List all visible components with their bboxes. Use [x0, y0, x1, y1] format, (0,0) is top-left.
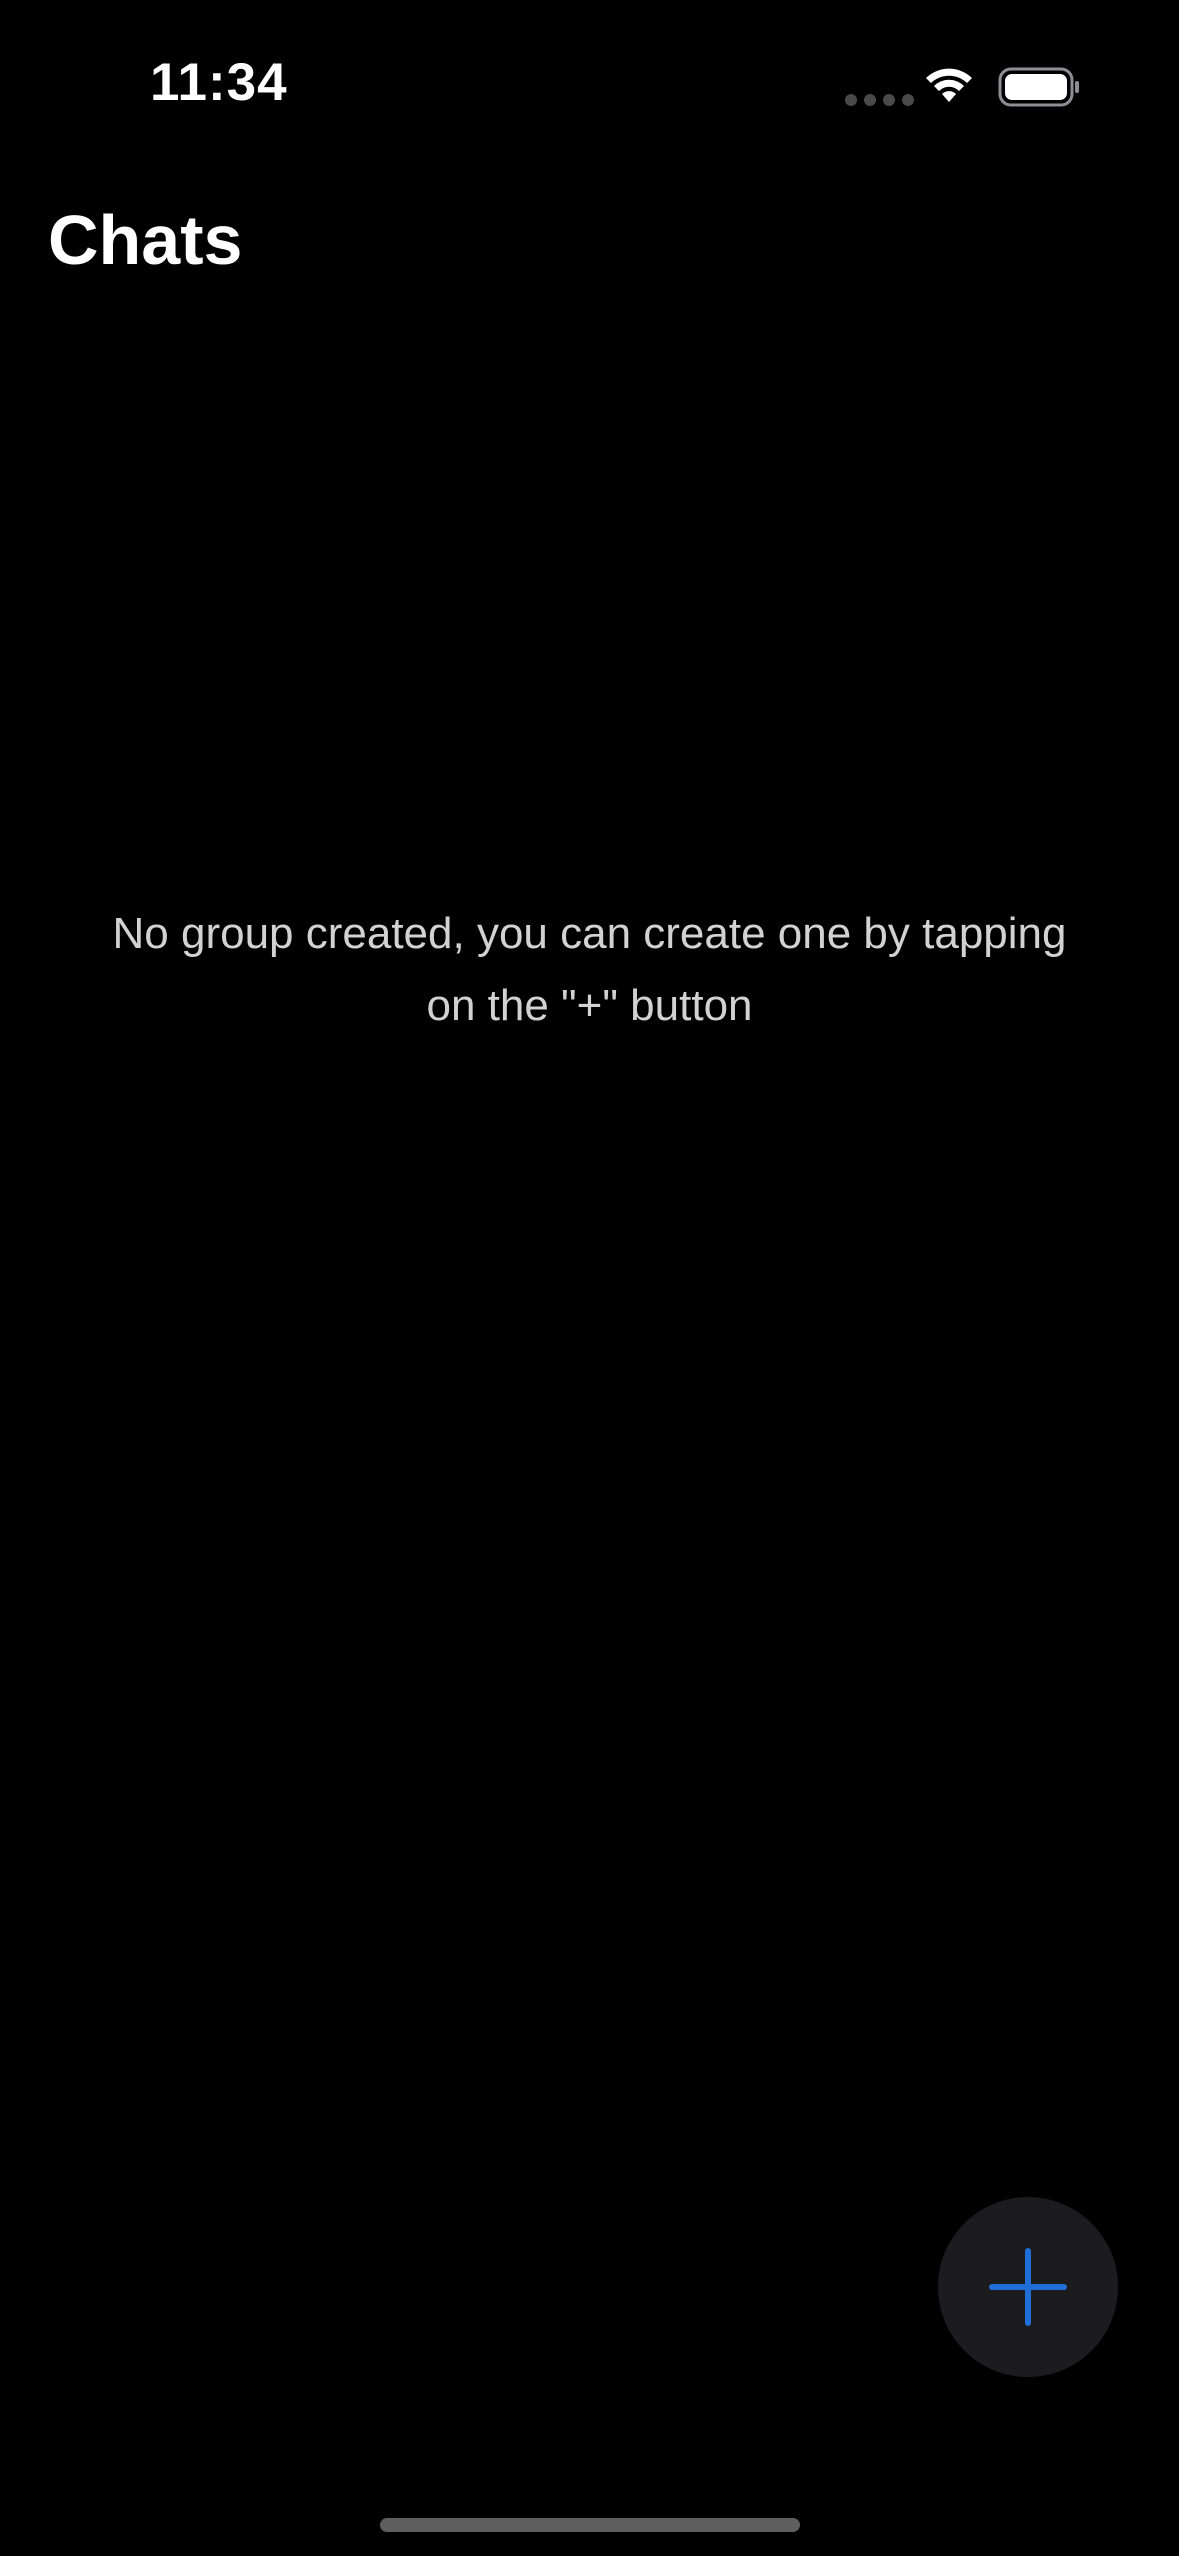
create-group-button[interactable] — [938, 2197, 1118, 2377]
plus-icon — [989, 2248, 1067, 2326]
home-indicator[interactable] — [380, 2518, 800, 2532]
battery-icon — [998, 67, 1079, 107]
wifi-icon — [926, 68, 972, 102]
empty-state-message: No group created, you can create one by … — [112, 909, 1067, 1030]
cellular-signal-icon — [845, 94, 914, 106]
status-time: 11:34 — [150, 53, 288, 112]
page-title: Chats — [48, 201, 243, 279]
status-bar: 11:34 — [0, 0, 1179, 180]
